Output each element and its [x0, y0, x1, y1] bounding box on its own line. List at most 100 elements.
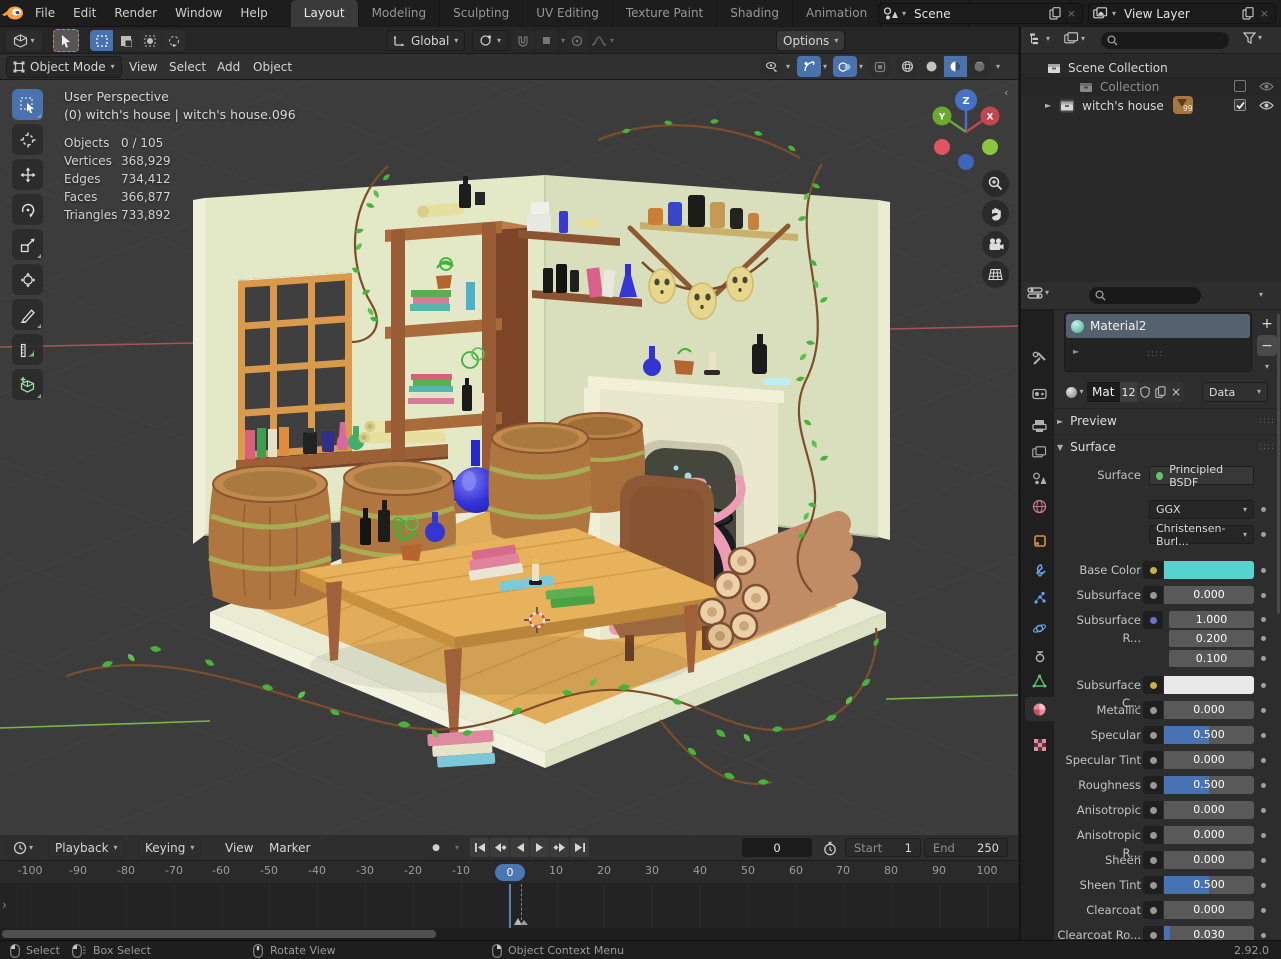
outliner-search-input[interactable] — [1101, 32, 1229, 49]
marker-icon[interactable] — [513, 916, 530, 926]
auto-keying-button[interactable]: ● — [424, 838, 448, 858]
keyframe-dot[interactable] — [1261, 758, 1266, 763]
outliner-row-witchs-house[interactable]: ► witch's house 99 — [1021, 96, 1281, 115]
keyframe-dot[interactable] — [1261, 593, 1266, 598]
tool-add-cube[interactable] — [12, 369, 43, 400]
menu-edit[interactable]: Edit — [64, 0, 105, 27]
expand-arrow-icon[interactable]: ► — [1045, 101, 1051, 110]
tab-modeling[interactable]: Modeling — [358, 0, 441, 27]
xray-toggle-button[interactable] — [869, 56, 891, 77]
keyframe-dot[interactable] — [1261, 507, 1266, 512]
subsurface-radius-x[interactable]: 1.000 — [1169, 611, 1254, 628]
select-mode-circle-button[interactable] — [138, 30, 161, 51]
specular-tint-slider[interactable]: 0.000 — [1164, 751, 1254, 769]
snap-magnet-button[interactable] — [512, 30, 534, 51]
tool-rotate[interactable] — [12, 194, 43, 225]
fake-user-button[interactable] — [1137, 382, 1152, 402]
grip-handle[interactable]: :::: — [1259, 416, 1275, 426]
material-slot-selected[interactable]: Material2 — [1066, 314, 1250, 338]
tool-scale[interactable] — [12, 229, 43, 260]
keyframe-dot[interactable] — [1261, 808, 1266, 813]
keyframe-dot[interactable] — [1261, 858, 1266, 863]
outliner-row-collection[interactable]: Collection — [1021, 77, 1281, 96]
tool-move[interactable] — [12, 159, 43, 190]
material-users-button[interactable]: 12 — [1120, 382, 1137, 402]
expand-arrow-icon[interactable]: ► — [1073, 347, 1079, 356]
socket-button[interactable] — [1143, 801, 1163, 819]
tab-sculpting[interactable]: Sculpting — [440, 0, 524, 27]
remove-view-layer-icon[interactable]: × — [1258, 7, 1271, 20]
timeline-ruler[interactable]: -100 -90 -80 -70 -60 -50 -40 -30 -20 -10… — [0, 861, 1018, 884]
socket-button[interactable] — [1143, 826, 1163, 844]
shading-material-button[interactable] — [944, 56, 967, 77]
keyframe-dot[interactable] — [1261, 908, 1266, 913]
play-button[interactable] — [530, 838, 549, 857]
current-frame-field[interactable]: 0 — [742, 838, 812, 857]
menu-file[interactable]: File — [26, 0, 64, 27]
new-scene-icon[interactable] — [1049, 7, 1061, 20]
playhead-line[interactable] — [509, 884, 511, 928]
anisotropic-slider[interactable]: 0.000 — [1164, 801, 1254, 819]
shading-solid-button[interactable] — [920, 56, 943, 77]
panel-surface[interactable]: ▼ Surface — [1057, 440, 1116, 454]
socket-button[interactable] — [1143, 876, 1163, 894]
timeline-editor-type-button[interactable]: ▾ — [6, 838, 40, 858]
zoom-button[interactable] — [982, 170, 1009, 197]
tool-annotate[interactable] — [12, 299, 43, 330]
keyframe-dot[interactable] — [1261, 708, 1266, 713]
keyframe-dot[interactable] — [1261, 783, 1266, 788]
socket-button[interactable] — [1143, 586, 1163, 604]
menu-object[interactable]: Object — [246, 54, 299, 80]
shading-wireframe-button[interactable] — [896, 56, 919, 77]
eye-icon[interactable] — [1259, 100, 1274, 111]
playhead-label[interactable]: 0 — [495, 864, 525, 881]
pan-button[interactable] — [982, 200, 1009, 227]
frame-start-field[interactable]: Start 1 — [845, 838, 921, 857]
jump-to-end-button[interactable] — [570, 838, 589, 857]
object-visibility-button[interactable] — [760, 56, 784, 77]
tool-measure[interactable] — [12, 334, 43, 365]
transform-orientation-dropdown[interactable]: Global ▾ — [386, 30, 466, 51]
new-view-layer-icon[interactable] — [1242, 7, 1254, 20]
play-reverse-button[interactable] — [510, 838, 529, 857]
tab-shading[interactable]: Shading — [717, 0, 793, 27]
keyframe-dot[interactable] — [1261, 636, 1266, 641]
camera-view-button[interactable] — [982, 231, 1009, 258]
playback-menu[interactable]: Playback ▾ — [48, 838, 125, 858]
tab-texture-paint[interactable]: Texture Paint — [612, 0, 718, 27]
specular-slider[interactable]: 0.500 — [1164, 726, 1254, 744]
select-mode-lasso-button[interactable] — [162, 30, 185, 51]
tab-uv-editing[interactable]: UV Editing — [523, 0, 613, 27]
roughness-slider[interactable]: 0.500 — [1164, 776, 1254, 794]
tab-layout[interactable]: Layout — [290, 0, 359, 27]
base-color-swatch[interactable] — [1164, 561, 1254, 579]
chevron-down-icon[interactable]: ▾ — [992, 62, 1004, 71]
keyframe-dot[interactable] — [1261, 656, 1266, 661]
distribution-dropdown[interactable]: GGX ▾ — [1149, 500, 1254, 519]
socket-button[interactable] — [1143, 726, 1163, 744]
keyframe-dot[interactable] — [1261, 933, 1266, 938]
socket-button[interactable] — [1143, 851, 1163, 869]
jump-to-start-button[interactable] — [470, 838, 489, 857]
scrollbar-thumb[interactable] — [2, 930, 436, 938]
metallic-slider[interactable]: 0.000 — [1164, 701, 1254, 719]
options-dropdown[interactable]: Options ▾ — [776, 30, 846, 51]
outliner-row-scene-collection[interactable]: Scene Collection — [1021, 58, 1281, 77]
material-name-field[interactable]: Mat — [1087, 382, 1120, 402]
menu-view[interactable]: View — [122, 54, 164, 80]
new-material-button[interactable] — [1152, 382, 1168, 402]
socket-button[interactable] — [1143, 701, 1163, 719]
subsurface-color-swatch[interactable] — [1164, 676, 1254, 694]
menu-add[interactable]: Add — [210, 54, 247, 80]
view-layer-selector[interactable]: ▾ View Layer × — [1088, 3, 1276, 24]
previous-keyframe-button[interactable] — [490, 838, 509, 857]
snap-with-button[interactable] — [535, 30, 557, 51]
eye-icon[interactable] — [1259, 81, 1274, 92]
keying-menu[interactable]: Keying ▾ — [138, 838, 202, 858]
subsurface-slider[interactable]: 0.000 — [1164, 586, 1254, 604]
properties-search-input[interactable] — [1089, 287, 1201, 304]
tab-output[interactable] — [1025, 414, 1054, 438]
shading-rendered-button[interactable] — [968, 56, 991, 77]
tool-transform[interactable] — [12, 264, 43, 295]
chevron-down-icon[interactable]: ▾ — [1259, 291, 1263, 299]
